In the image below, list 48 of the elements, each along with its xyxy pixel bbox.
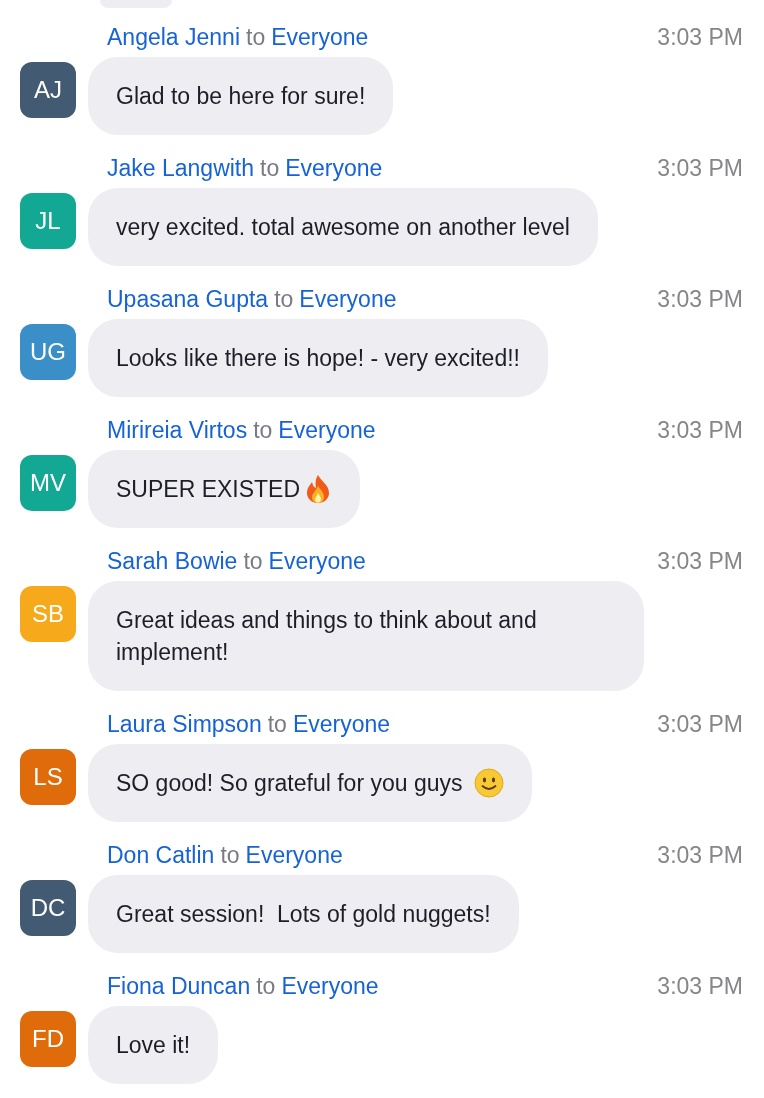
connector-text: to xyxy=(220,841,240,869)
message-time: 3:03 PM xyxy=(657,23,743,51)
connector-text: to xyxy=(243,547,263,575)
connector-text: to xyxy=(253,416,273,444)
message-time: 3:03 PM xyxy=(657,285,743,313)
sender-name[interactable]: Don Catlin xyxy=(107,841,215,869)
recipient-name[interactable]: Everyone xyxy=(299,285,397,313)
connector-text: to xyxy=(274,285,294,313)
connector-text: to xyxy=(256,972,276,1000)
sender-name[interactable]: Jake Langwith xyxy=(107,154,255,182)
recipient-name[interactable]: Everyone xyxy=(271,23,369,51)
message-time: 3:03 PM xyxy=(657,416,743,444)
recipient-name[interactable]: Everyone xyxy=(285,154,383,182)
message-time: 3:03 PM xyxy=(657,154,743,182)
recipient-name[interactable]: Everyone xyxy=(245,841,343,869)
message-time: 3:03 PM xyxy=(657,972,743,1000)
connector-text: to xyxy=(267,710,287,738)
message-time: 3:03 PM xyxy=(657,547,743,575)
connector-text: to xyxy=(246,23,266,51)
message-text: SUPER EXISTED xyxy=(116,475,301,504)
message-text: very excited. total awesome on another level xyxy=(116,213,570,242)
message-time: 3:03 PM xyxy=(657,841,743,869)
recipient-name[interactable]: Everyone xyxy=(278,416,376,444)
avatar: UG xyxy=(20,324,76,380)
avatar: MV xyxy=(20,455,76,511)
recipient-name[interactable]: Everyone xyxy=(268,547,366,575)
recipient-name[interactable]: Everyone xyxy=(292,710,391,738)
sender-name[interactable]: Fiona Duncan xyxy=(107,972,251,1000)
message-time: 3:03 PM xyxy=(657,710,743,738)
message-text: Great session! Lots of gold nuggets! xyxy=(116,900,491,929)
message-text: Great ideas and things to think about and implement! xyxy=(116,606,538,667)
message-text: Glad to be here for sure! xyxy=(116,82,366,111)
sender-name[interactable]: Mirireia Virtos xyxy=(107,416,248,444)
message-text: Looks like there is hope! - very excited!! xyxy=(116,344,520,373)
sender-name[interactable]: Sarah Bowie xyxy=(107,547,238,575)
avatar: DC xyxy=(20,880,76,936)
avatar: AJ xyxy=(20,62,76,118)
avatar: SB xyxy=(20,586,76,642)
avatar: JL xyxy=(20,193,76,249)
avatar: LS xyxy=(20,749,76,805)
message-text: Love it! xyxy=(116,1031,191,1060)
message-text: SO good! So grateful for you guys xyxy=(116,769,463,798)
sender-name[interactable]: Angela Jenni xyxy=(107,23,240,51)
connector-text: to xyxy=(260,154,280,182)
avatar: FD xyxy=(20,1011,76,1067)
recipient-name[interactable]: Everyone xyxy=(281,972,379,1000)
sender-name[interactable]: Laura Simpson xyxy=(107,710,262,738)
sender-name[interactable]: Upasana Gupta xyxy=(107,285,269,313)
